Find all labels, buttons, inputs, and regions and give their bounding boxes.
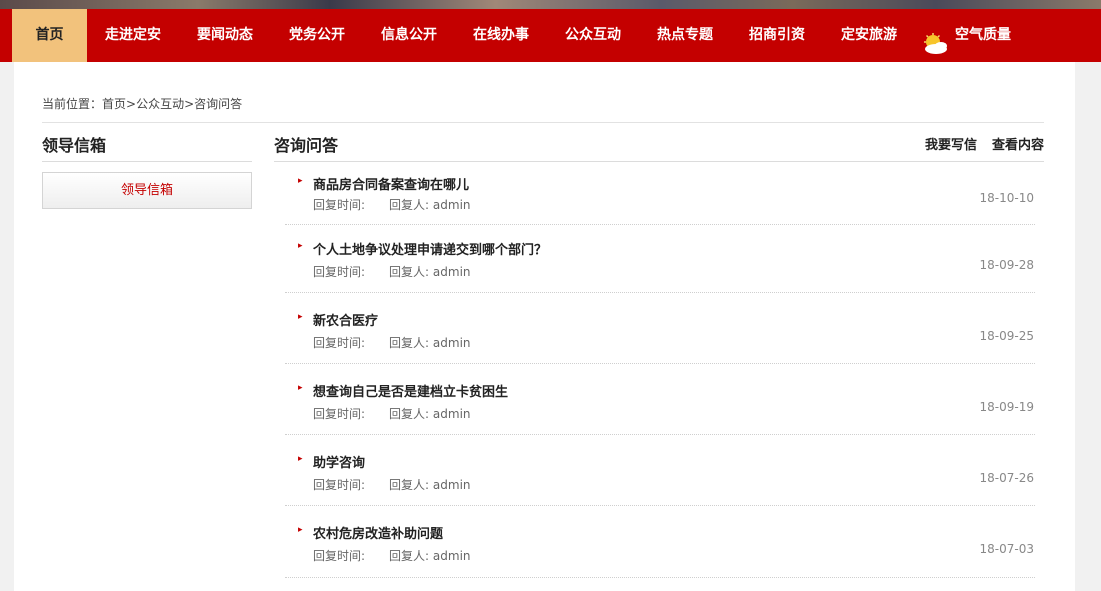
nav-item-online-service[interactable]: 在线办事: [455, 9, 547, 62]
list-item[interactable]: ▸ 农村危房改造补助问题 回复时间: 回复人: admin 18-07-03: [285, 506, 1035, 578]
replier-name: admin: [432, 549, 471, 563]
divider: [42, 122, 1044, 123]
reply-date: 18-09-19: [979, 400, 1034, 414]
replier-name: admin: [432, 265, 471, 279]
sidebar-title: 领导信箱: [42, 136, 107, 155]
reply-meta: 回复时间: 回复人: admin: [313, 263, 471, 280]
leader-mailbox-button[interactable]: 领导信箱: [42, 172, 252, 209]
nav-item-home[interactable]: 首页: [12, 9, 87, 62]
list-item[interactable]: ▸ 新农合医疗 回复时间: 回复人: admin 18-09-25: [285, 293, 1035, 364]
breadcrumb-current[interactable]: 咨询问答: [194, 97, 242, 111]
breadcrumb-separator: >: [184, 97, 195, 111]
reply-meta: 回复时间: 回复人: admin: [313, 476, 471, 493]
list-item[interactable]: ▸ 助学咨询 回复时间: 回复人: admin 18-07-26: [285, 435, 1035, 506]
reply-date: 18-10-10: [979, 191, 1034, 205]
reply-time-label: 回复时间:: [313, 336, 366, 350]
question-title[interactable]: 想查询自己是否是建档立卡贫困生: [313, 381, 508, 400]
replier-name: admin: [432, 336, 471, 350]
reply-meta: 回复时间: 回复人: admin: [313, 405, 471, 422]
question-title[interactable]: 新农合医疗: [313, 310, 378, 329]
nav-item-about[interactable]: 走进定安: [87, 9, 179, 62]
reply-meta: 回复时间: 回复人: admin: [313, 334, 471, 351]
main-nav: 首页 走进定安 要闻动态 党务公开 信息公开 在线办事 公众互动 热点专题 招商…: [0, 9, 1101, 62]
nav-item-news[interactable]: 要闻动态: [179, 9, 271, 62]
breadcrumb: 当前位置：首页>公众互动>咨询问答: [42, 95, 242, 112]
bullet-arrow-icon: ▸: [298, 176, 303, 186]
reply-time-label: 回复时间:: [313, 478, 366, 492]
bullet-arrow-icon: ▸: [298, 383, 303, 393]
breadcrumb-separator: >: [126, 97, 137, 111]
replier-label: 回复人:: [389, 198, 433, 212]
replier-label: 回复人:: [389, 265, 433, 279]
nav-item-air-quality[interactable]: 空气质量: [915, 9, 1015, 62]
reply-time-label: 回复时间:: [313, 407, 366, 421]
nav-item-interaction[interactable]: 公众互动: [547, 9, 639, 62]
replier-label: 回复人:: [389, 336, 433, 350]
replier-name: admin: [432, 478, 471, 492]
replier-label: 回复人:: [389, 407, 433, 421]
air-quality-label: 空气质量: [955, 27, 1011, 43]
weather-sun-cloud-icon: [919, 25, 951, 54]
reply-meta: 回复时间: 回复人: admin: [313, 547, 471, 564]
qa-list: ▸ 商品房合同备案查询在哪儿 回复时间: 回复人: admin 18-10-10 …: [285, 162, 1035, 578]
header-banner-strip: [0, 0, 1101, 9]
bullet-arrow-icon: ▸: [298, 525, 303, 535]
breadcrumb-home[interactable]: 首页: [102, 97, 126, 111]
nav-item-info[interactable]: 信息公开: [363, 9, 455, 62]
replier-name: admin: [432, 407, 471, 421]
breadcrumb-section[interactable]: 公众互动: [136, 97, 184, 111]
page-content: 当前位置：首页>公众互动>咨询问答 领导信箱 领导信箱 咨询问答 我要写信 查看…: [14, 62, 1075, 591]
question-title[interactable]: 个人土地争议处理申请递交到哪个部门？: [313, 239, 547, 258]
list-item[interactable]: ▸ 商品房合同备案查询在哪儿 回复时间: 回复人: admin 18-10-10: [285, 162, 1035, 225]
question-title[interactable]: 农村危房改造补助问题: [313, 523, 443, 542]
divider: [42, 161, 252, 162]
bullet-arrow-icon: ▸: [298, 241, 303, 251]
replier-label: 回复人:: [389, 549, 433, 563]
breadcrumb-prefix: 当前位置：: [42, 97, 103, 111]
reply-date: 18-09-25: [979, 329, 1034, 343]
bullet-arrow-icon: ▸: [298, 454, 303, 464]
replier-name: admin: [432, 198, 471, 212]
reply-time-label: 回复时间:: [313, 265, 366, 279]
reply-time-label: 回复时间:: [313, 549, 366, 563]
question-title[interactable]: 助学咨询: [313, 452, 365, 471]
bullet-arrow-icon: ▸: [298, 312, 303, 322]
nav-item-party[interactable]: 党务公开: [271, 9, 363, 62]
page-scroll-gutter: [1075, 62, 1101, 591]
reply-date: 18-07-26: [979, 471, 1034, 485]
main-header-links: 我要写信 查看内容: [925, 134, 1044, 153]
view-content-link[interactable]: 查看内容: [992, 134, 1044, 153]
write-letter-link[interactable]: 我要写信: [925, 134, 977, 153]
nav-item-topics[interactable]: 热点专题: [639, 9, 731, 62]
reply-date: 18-07-03: [979, 542, 1034, 556]
nav-item-investment[interactable]: 招商引资: [731, 9, 823, 62]
nav-item-tourism[interactable]: 定安旅游: [823, 9, 915, 62]
question-title[interactable]: 商品房合同备案查询在哪儿: [313, 174, 469, 193]
reply-meta: 回复时间: 回复人: admin: [313, 196, 471, 213]
reply-date: 18-09-28: [979, 258, 1034, 272]
page-title: 咨询问答: [274, 136, 339, 155]
list-item[interactable]: ▸ 个人土地争议处理申请递交到哪个部门？ 回复时间: 回复人: admin 18-…: [285, 225, 1035, 293]
reply-time-label: 回复时间:: [313, 198, 366, 212]
list-item[interactable]: ▸ 想查询自己是否是建档立卡贫困生 回复时间: 回复人: admin 18-09-…: [285, 364, 1035, 435]
replier-label: 回复人:: [389, 478, 433, 492]
